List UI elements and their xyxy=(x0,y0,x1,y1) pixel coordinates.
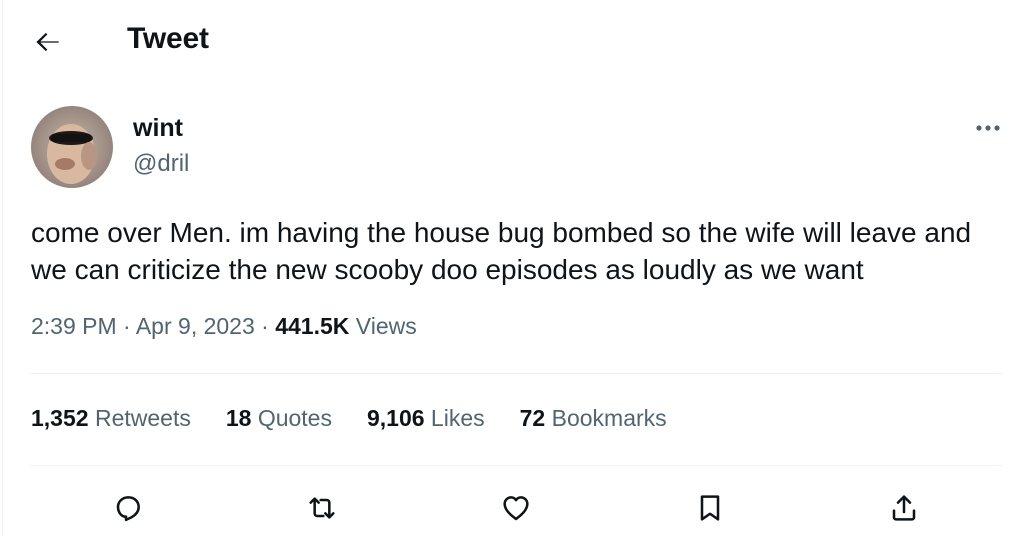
stat-retweets[interactable]: 1,352 Retweets xyxy=(31,405,191,432)
meta-separator: · xyxy=(261,313,269,339)
author-handle[interactable]: @dril xyxy=(133,150,189,178)
retweet-button[interactable] xyxy=(302,488,342,528)
stat-label: Quotes xyxy=(257,405,332,431)
stat-likes[interactable]: 9,106 Likes xyxy=(367,405,485,432)
page-title: Tweet xyxy=(127,22,209,55)
header-bar: Tweet xyxy=(0,0,1024,80)
more-horizontal-icon xyxy=(976,125,1000,131)
reply-button[interactable] xyxy=(108,488,148,528)
stat-count: 1,352 xyxy=(31,405,89,431)
share-icon xyxy=(892,495,916,521)
retweet-icon xyxy=(309,497,335,519)
reply-icon xyxy=(116,496,140,522)
stat-count: 9,106 xyxy=(366,405,425,431)
tweet-time[interactable]: 2:39 PM xyxy=(31,313,117,339)
avatar[interactable] xyxy=(31,106,113,188)
engagement-stats: 1,352 Retweets 18 Quotes 9,106 Likes 72 … xyxy=(31,405,702,432)
avatar-image xyxy=(31,106,113,188)
share-button[interactable] xyxy=(884,488,924,528)
bookmark-icon xyxy=(700,495,720,521)
stat-bookmarks[interactable]: 72 Bookmarks xyxy=(520,405,667,432)
stat-quotes[interactable]: 18 Quotes xyxy=(226,405,332,432)
column-border xyxy=(2,0,3,536)
back-button[interactable] xyxy=(28,22,68,62)
tweet-page: Tweet wint @dril come over Men. im havin… xyxy=(0,0,1024,536)
views-label: Views xyxy=(355,313,417,339)
stat-count: 72 xyxy=(519,405,546,431)
meta-separator: · xyxy=(123,313,131,339)
like-icon xyxy=(503,496,529,521)
author-name[interactable]: wint xyxy=(133,114,183,143)
tweet-text: come over Men. im having the house bug b… xyxy=(31,217,972,285)
tweet-metadata: 2:39 PM · Apr 9, 2023 · 441.5K Views xyxy=(31,313,417,340)
stat-label: Retweets xyxy=(94,405,191,431)
divider xyxy=(31,373,1003,374)
stat-label: Likes xyxy=(430,405,485,431)
stat-label: Bookmarks xyxy=(551,405,667,431)
like-button[interactable] xyxy=(496,488,536,528)
bookmark-button[interactable] xyxy=(690,488,730,528)
arrow-left-icon xyxy=(36,32,59,52)
more-button[interactable] xyxy=(966,114,1010,142)
divider xyxy=(31,465,1003,466)
stat-count: 18 xyxy=(225,405,252,431)
views-count: 441.5K xyxy=(275,313,350,339)
tweet-date[interactable]: Apr 9, 2023 xyxy=(136,313,255,339)
